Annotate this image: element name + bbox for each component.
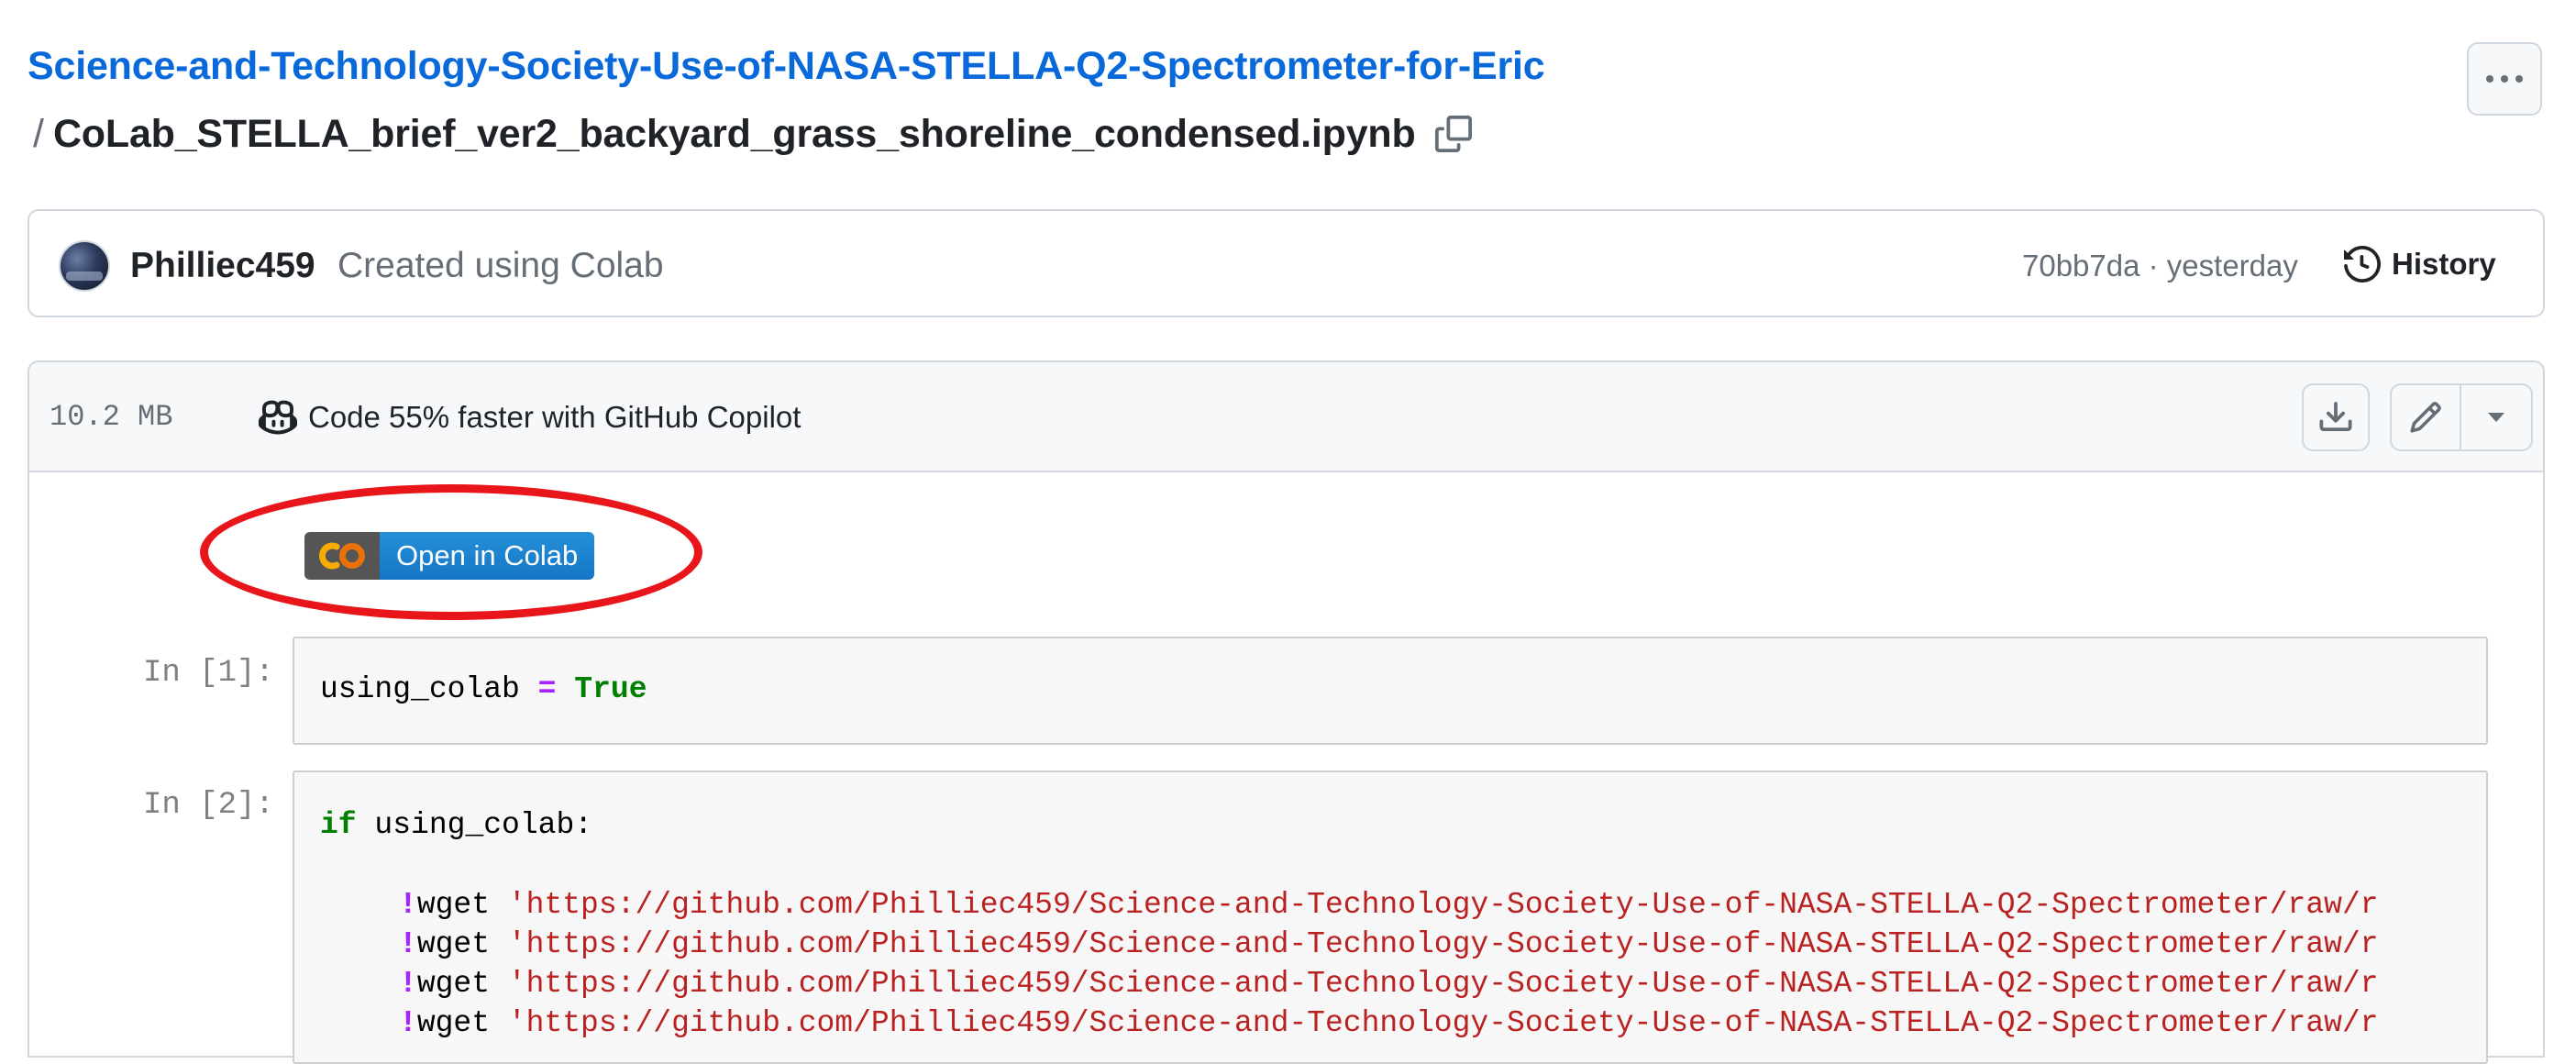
breadcrumb: / CoLab_STELLA_brief_ver2_backyard_grass… — [33, 108, 1475, 160]
file-size: 10.2 MB — [50, 400, 173, 434]
code-line: using_colab = True — [320, 670, 647, 710]
code-var: using_colab — [320, 672, 520, 706]
code-string: 'https://github.com/Philliec459/Science-… — [507, 967, 2379, 1001]
code-command: wget — [416, 927, 491, 961]
code-line: !wget 'https://github.com/Philliec459/Sc… — [399, 885, 2379, 925]
more-options-button[interactable] — [2467, 42, 2542, 116]
path-separator: / — [33, 111, 44, 156]
history-icon — [2344, 246, 2381, 283]
code-line: !wget 'https://github.com/Philliec459/Sc… — [399, 925, 2379, 965]
edit-button-group — [2390, 383, 2533, 451]
code-bang: ! — [399, 888, 417, 922]
copilot-icon — [259, 400, 297, 435]
code-line: !wget 'https://github.com/Philliec459/Sc… — [399, 964, 2379, 1004]
copilot-promo[interactable]: Code 55% faster with GitHub Copilot — [259, 393, 801, 442]
code-operator: = — [537, 672, 557, 706]
code-bang: ! — [399, 1006, 417, 1040]
code-bang: ! — [399, 927, 417, 961]
code-command: wget — [416, 1006, 491, 1040]
repo-link[interactable]: Science-and-Technology-Society-Use-of-NA… — [28, 44, 1545, 89]
code-cell[interactable]: if using_colab: !wget 'https://github.co… — [293, 770, 2488, 1064]
history-button[interactable]: History — [2344, 237, 2496, 292]
download-icon — [2319, 402, 2352, 431]
code-keyword: True — [574, 672, 647, 706]
commit-message[interactable]: Created using Colab — [337, 240, 664, 292]
code-line: !wget 'https://github.com/Philliec459/Sc… — [399, 1003, 2379, 1044]
copy-path-icon[interactable] — [1432, 113, 1475, 155]
code-string: 'https://github.com/Philliec459/Science-… — [507, 927, 2379, 961]
edit-options-dropdown[interactable] — [2461, 385, 2531, 449]
code-string: 'https://github.com/Philliec459/Science-… — [507, 1006, 2379, 1040]
commit-author[interactable]: Philliec459 — [130, 240, 315, 292]
triangle-down-icon — [2488, 413, 2504, 422]
kebab-horizontal-icon — [2486, 75, 2523, 83]
pencil-icon — [2410, 402, 2441, 433]
cell-prompt: In [2]: — [143, 788, 274, 823]
history-label: History — [2392, 247, 2496, 281]
code-var: using_colab — [374, 808, 575, 842]
download-raw-button[interactable] — [2302, 383, 2370, 451]
code-command: wget — [416, 888, 491, 922]
code-keyword: if — [320, 808, 357, 842]
code-line: if using_colab: — [320, 805, 592, 846]
colab-badge-label: Open in Colab — [380, 532, 595, 580]
open-in-colab-badge[interactable]: Open in Colab — [304, 532, 595, 580]
commit-meta[interactable]: 70bb7da · yesterday — [2022, 240, 2298, 292]
edit-file-button[interactable] — [2392, 385, 2461, 449]
copilot-label: Code 55% faster with GitHub Copilot — [308, 400, 802, 434]
code-command: wget — [416, 967, 491, 1001]
code-bang: ! — [399, 967, 417, 1001]
cell-prompt: In [1]: — [143, 656, 274, 691]
code-cell[interactable]: using_colab = True — [293, 637, 2488, 745]
colab-logo-icon — [304, 532, 380, 580]
avatar[interactable] — [59, 240, 110, 292]
code-punct: : — [574, 808, 593, 842]
code-string: 'https://github.com/Philliec459/Science-… — [507, 888, 2379, 922]
file-name: CoLab_STELLA_brief_ver2_backyard_grass_s… — [52, 111, 1416, 156]
